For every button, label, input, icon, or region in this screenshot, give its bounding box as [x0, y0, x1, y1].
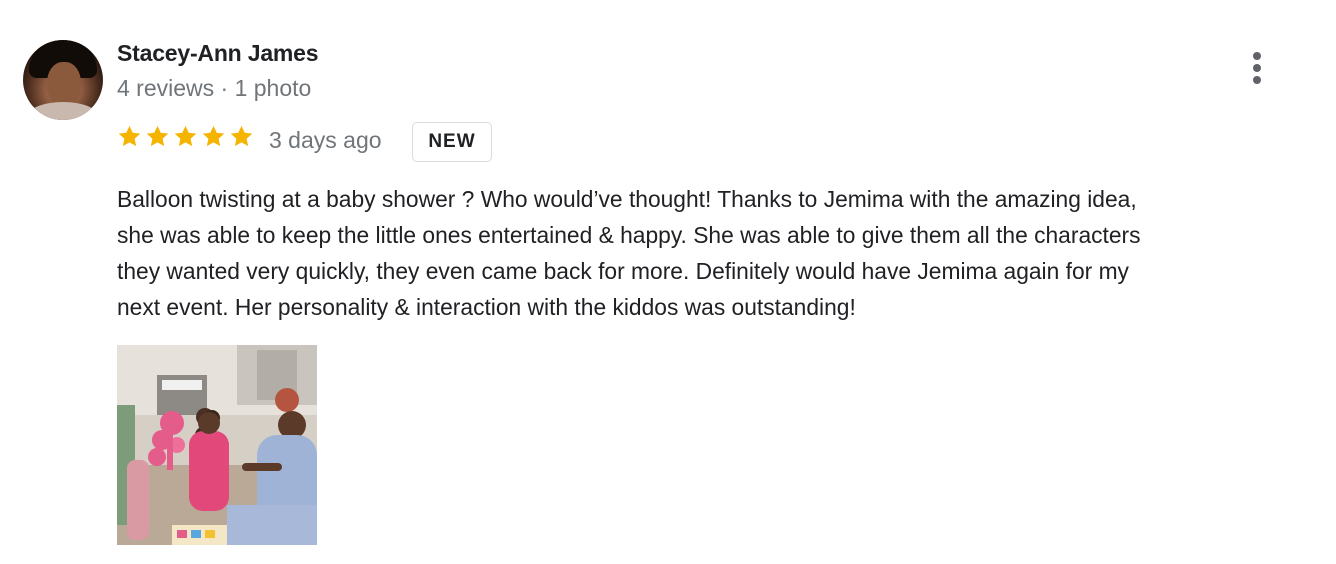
star-icon [202, 125, 225, 147]
star-icon [230, 125, 253, 147]
reviewer-avatar[interactable] [23, 40, 103, 120]
star-icon [146, 125, 169, 147]
review-photo[interactable] [117, 345, 317, 545]
reviewer-name[interactable]: Stacey-Ann James [117, 40, 319, 67]
review-photo-image [117, 345, 317, 545]
star-icon [118, 125, 141, 147]
star-rating [117, 124, 254, 154]
reviewer-meta: 4 reviews · 1 photo [117, 75, 312, 101]
new-badge: NEW [412, 122, 492, 162]
more-options-button[interactable] [1240, 48, 1274, 88]
avatar-shoulder [27, 102, 99, 120]
star-icon [174, 125, 197, 147]
review-time: 3 days ago [269, 127, 382, 153]
review-text: Balloon twisting at a baby shower ? Who … [117, 186, 1141, 320]
